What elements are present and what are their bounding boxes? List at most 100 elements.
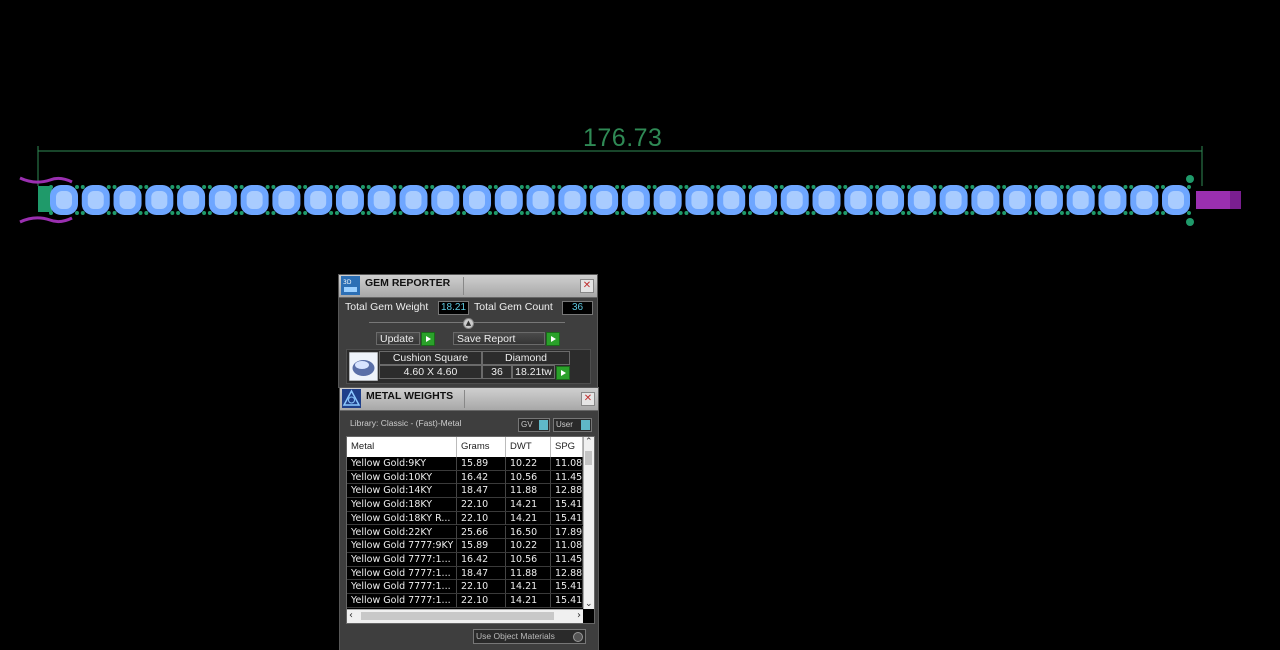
save-report-button[interactable]: Save Report bbox=[453, 332, 545, 345]
prong bbox=[747, 185, 752, 189]
gem-table bbox=[1072, 191, 1089, 209]
prong bbox=[360, 185, 365, 189]
prong bbox=[615, 185, 620, 189]
gem-stone bbox=[779, 185, 810, 215]
gem-reporter-close-icon[interactable]: ✕ bbox=[580, 279, 594, 293]
column-header-spg[interactable]: SPG bbox=[551, 437, 583, 457]
prong bbox=[49, 211, 53, 215]
gem-entry-row[interactable]: Cushion Square Diamond 4.60 X 4.60 36 18… bbox=[346, 349, 591, 384]
gem-stone bbox=[938, 185, 969, 215]
cell-grams: 16.42 bbox=[457, 470, 506, 484]
gem-table bbox=[1104, 191, 1121, 209]
horizontal-scrollbar[interactable]: ‹ › bbox=[347, 609, 583, 623]
prong bbox=[106, 211, 111, 215]
save-report-play-icon[interactable] bbox=[546, 332, 560, 346]
prong bbox=[716, 211, 721, 215]
gem-stone bbox=[239, 185, 270, 215]
update-play-icon[interactable] bbox=[421, 332, 435, 346]
vertical-scrollbar[interactable]: ⌃ ⌄ bbox=[583, 437, 594, 609]
gem-table bbox=[119, 191, 136, 209]
prong bbox=[869, 211, 874, 215]
column-header-dwt[interactable]: DWT bbox=[506, 437, 551, 457]
metal-weights-close-icon[interactable]: ✕ bbox=[581, 392, 595, 406]
gem-reporter-titlebar[interactable]: 3D GEM REPORTER ✕ bbox=[339, 275, 597, 298]
prong bbox=[519, 185, 524, 189]
cell-spg: 11.08 bbox=[551, 539, 583, 553]
prong bbox=[837, 185, 842, 189]
prong bbox=[684, 211, 689, 215]
prong bbox=[202, 185, 207, 189]
gem-table bbox=[373, 191, 390, 209]
table-row[interactable]: Yellow Gold:18KY R... 22.10 14.21 15.41 bbox=[347, 511, 583, 526]
gem-table bbox=[87, 191, 104, 209]
horizontal-scroll-thumb[interactable] bbox=[361, 612, 554, 620]
cell-grams: 18.47 bbox=[457, 566, 506, 580]
gem-stone bbox=[589, 185, 620, 215]
gem-stone bbox=[525, 185, 556, 215]
prong bbox=[170, 211, 175, 215]
prong bbox=[297, 185, 302, 189]
cell-metal: Yellow Gold:18KY R... bbox=[347, 511, 457, 525]
prong bbox=[239, 185, 244, 189]
cell-metal: Yellow Gold 7777:1... bbox=[347, 594, 457, 607]
prong bbox=[398, 211, 403, 215]
gem-table bbox=[469, 191, 486, 209]
table-row[interactable]: Yellow Gold:9KY 15.89 10.22 11.08 bbox=[347, 457, 583, 471]
gem-stone bbox=[716, 185, 747, 215]
update-button[interactable]: Update bbox=[376, 332, 420, 345]
prong bbox=[525, 211, 530, 215]
table-row[interactable]: Yellow Gold:18KY 22.10 14.21 15.41 bbox=[347, 498, 583, 512]
right-clasp-end bbox=[1230, 191, 1241, 209]
table-row[interactable]: Yellow Gold 7777:1... 22.10 14.21 15.41 bbox=[347, 580, 583, 594]
cell-grams: 18.47 bbox=[457, 484, 506, 498]
prong bbox=[716, 185, 721, 189]
prong bbox=[551, 211, 556, 215]
prong bbox=[557, 185, 562, 189]
cushion-gem-icon bbox=[349, 352, 378, 381]
cell-spg: 15.41 bbox=[551, 511, 583, 525]
prong bbox=[805, 185, 810, 189]
column-header-metal[interactable]: Metal bbox=[347, 437, 457, 457]
gem-table bbox=[564, 191, 581, 209]
table-row[interactable]: Yellow Gold 7777:1... 16.42 10.56 11.45 bbox=[347, 552, 583, 567]
cell-dwt: 10.22 bbox=[506, 457, 551, 470]
prong bbox=[398, 185, 403, 189]
prong bbox=[138, 211, 143, 215]
scroll-up-icon[interactable]: ⌃ bbox=[585, 437, 593, 447]
table-row[interactable]: Yellow Gold 7777:1... 22.10 14.21 15.41 bbox=[347, 594, 583, 608]
gem-table bbox=[882, 191, 899, 209]
prong bbox=[271, 211, 276, 215]
metal-weights-panel: METAL WEIGHTS ✕ Library: Classic - (Fast… bbox=[339, 387, 599, 650]
table-row[interactable]: Yellow Gold:14KY 18.47 11.88 12.88 bbox=[347, 484, 583, 499]
table-row[interactable]: Yellow Gold:10KY 16.42 10.56 11.45 bbox=[347, 470, 583, 485]
cell-metal: Yellow Gold 7777:1... bbox=[347, 580, 457, 594]
3d-viewport[interactable]: 176.73 bbox=[0, 0, 1280, 270]
prong bbox=[589, 185, 594, 189]
collapse-toggle-icon[interactable]: ▲ bbox=[463, 318, 474, 329]
vertical-scroll-thumb[interactable] bbox=[585, 451, 592, 465]
scroll-left-icon[interactable]: ‹ bbox=[349, 610, 353, 621]
user-toggle[interactable]: User bbox=[553, 418, 592, 432]
gv-toggle[interactable]: GV bbox=[518, 418, 550, 432]
prong bbox=[652, 185, 657, 189]
prong bbox=[112, 211, 117, 215]
left-clasp-hook-bottom bbox=[19, 216, 73, 224]
prong bbox=[837, 211, 842, 215]
table-row[interactable]: Yellow Gold 7777:9KY 15.89 10.22 11.08 bbox=[347, 539, 583, 553]
gem-table bbox=[977, 191, 994, 209]
table-row[interactable]: Yellow Gold:22KY 25.66 16.50 17.89 bbox=[347, 525, 583, 540]
gem-table bbox=[723, 191, 740, 209]
prong bbox=[493, 185, 498, 189]
prong bbox=[615, 211, 620, 215]
column-header-grams[interactable]: Grams bbox=[457, 437, 506, 457]
prong bbox=[1028, 185, 1033, 189]
metal-weights-titlebar[interactable]: METAL WEIGHTS ✕ bbox=[340, 388, 598, 411]
use-object-materials-toggle[interactable]: Use Object Materials bbox=[473, 629, 586, 644]
metal-weights-logo-icon bbox=[342, 389, 361, 408]
table-row[interactable]: Yellow Gold 7777:1... 18.47 11.88 12.88 bbox=[347, 566, 583, 581]
scroll-down-icon[interactable]: ⌄ bbox=[585, 599, 593, 609]
prong bbox=[906, 185, 911, 189]
prong bbox=[1129, 185, 1134, 189]
scroll-right-icon[interactable]: › bbox=[577, 610, 581, 621]
gem-entry-play-icon[interactable] bbox=[556, 366, 570, 380]
